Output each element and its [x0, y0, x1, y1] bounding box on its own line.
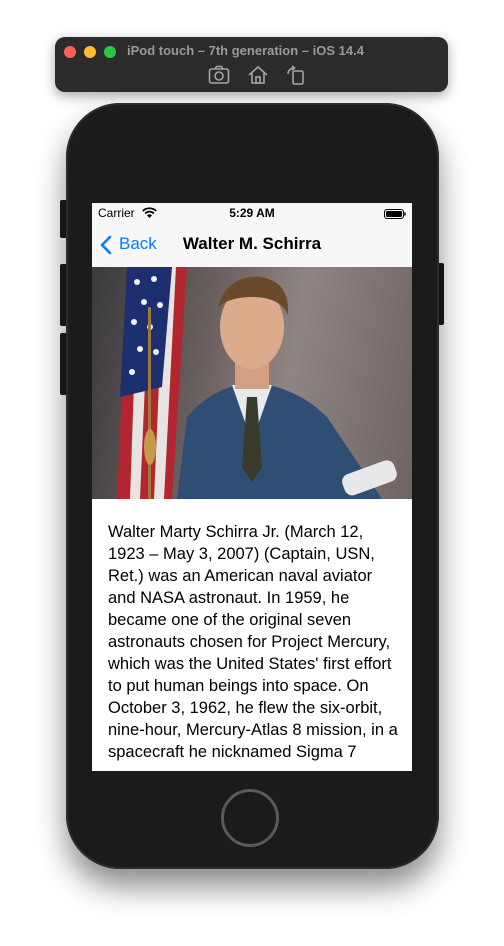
window-maximize-button[interactable]: [104, 46, 116, 58]
home-icon[interactable]: [247, 65, 269, 85]
window-minimize-button[interactable]: [84, 46, 96, 58]
simulator-title: iPod touch – 7th generation – iOS 14.4: [127, 43, 364, 58]
biography-text: Walter Marty Schirra Jr. (March 12, 1923…: [108, 523, 398, 761]
status-bar: Carrier 5:29 AM: [92, 203, 412, 223]
device-screen: Carrier 5:29 AM Back Walter M. Schirra W…: [92, 203, 412, 771]
screenshot-icon[interactable]: [208, 65, 230, 85]
rotate-icon[interactable]: [285, 65, 307, 85]
battery-icon: [384, 208, 406, 219]
home-button[interactable]: [221, 789, 279, 847]
page-title: Walter M. Schirra: [182, 234, 322, 253]
status-time: 5:29 AM: [229, 206, 275, 220]
navigation-bar: Back Walter M. Schirra: [92, 223, 412, 268]
astronaut-portrait: [92, 267, 412, 499]
simulator-toolbar: iPod touch – 7th generation – iOS 14.4: [55, 37, 448, 92]
window-close-button[interactable]: [64, 46, 76, 58]
